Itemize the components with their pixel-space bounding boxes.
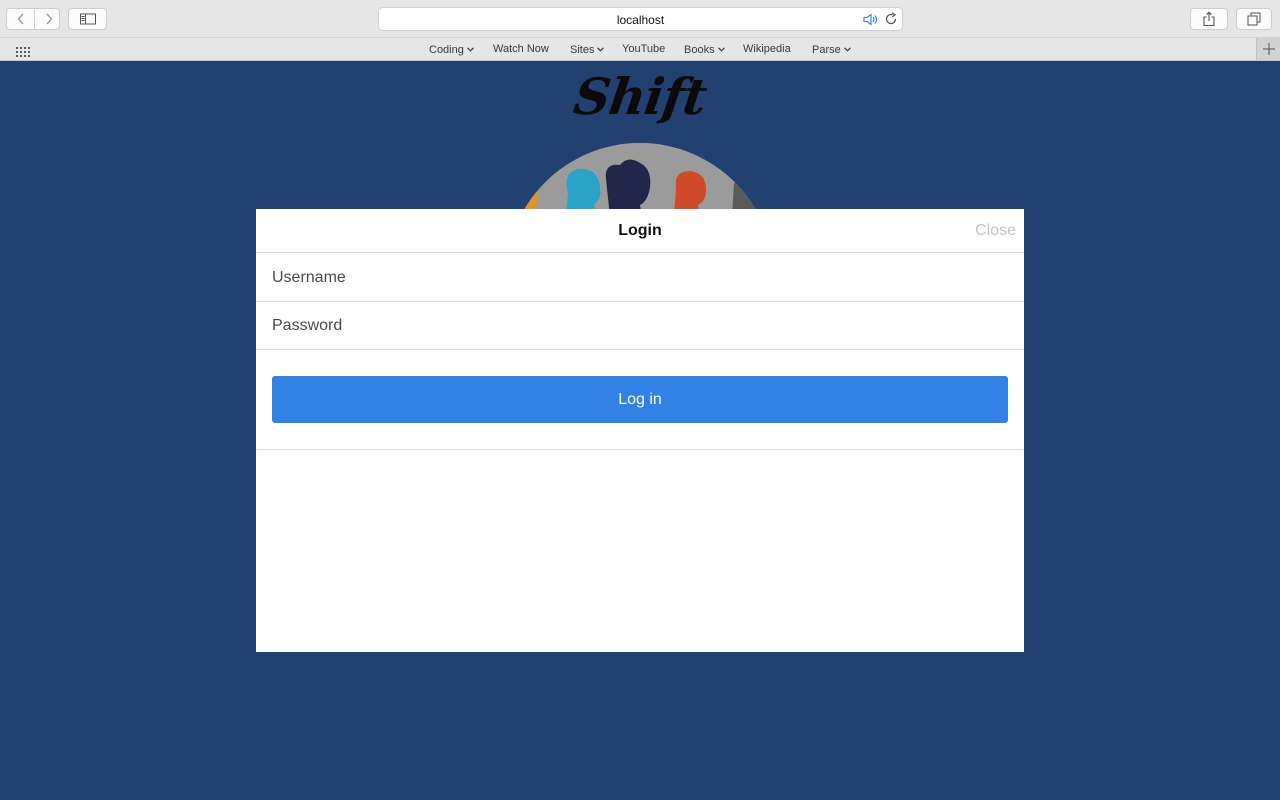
bookmark-label: Wikipedia — [743, 43, 791, 55]
login-button[interactable]: Log in — [272, 376, 1008, 423]
username-row — [256, 254, 1024, 302]
new-tab-button[interactable] — [1256, 38, 1280, 60]
password-row — [256, 302, 1024, 350]
bookmark-books[interactable]: Books — [684, 43, 725, 56]
sidebar-icon — [79, 13, 96, 25]
chevron-down-icon — [843, 43, 851, 55]
divider — [256, 449, 1024, 450]
browser-toolbar: localhost — [0, 0, 1280, 37]
modal-header: Login Close — [256, 209, 1024, 253]
username-input[interactable] — [272, 254, 1008, 301]
bookmark-parse[interactable]: Parse — [812, 43, 851, 56]
plus-icon — [1263, 43, 1275, 55]
password-input[interactable] — [272, 302, 1008, 349]
modal-title: Login — [618, 222, 662, 239]
speaker-icon[interactable] — [863, 13, 879, 31]
bookmark-label: Parse — [812, 44, 841, 56]
chevron-down-icon — [717, 43, 725, 55]
share-button[interactable] — [1190, 8, 1228, 30]
bookmark-coding[interactable]: Coding — [429, 43, 474, 56]
reload-icon[interactable] — [884, 12, 898, 31]
bookmark-label: Watch Now — [493, 43, 549, 55]
bookmark-sites[interactable]: Sites — [570, 43, 605, 56]
chevron-down-icon — [597, 43, 605, 55]
bookmark-label: YouTube — [622, 43, 666, 55]
bookmarks-bar: Coding Watch Now Sites YouTube Books Wik… — [0, 37, 1280, 61]
sidebar-button[interactable] — [68, 8, 107, 30]
bookmark-watch-now[interactable]: Watch Now — [493, 43, 549, 55]
share-icon — [1203, 11, 1215, 27]
chevron-left-icon — [17, 13, 24, 25]
url-text: localhost — [616, 13, 665, 27]
forward-button[interactable] — [35, 9, 59, 29]
chevron-down-icon — [466, 43, 474, 55]
bookmark-wikipedia[interactable]: Wikipedia — [743, 43, 791, 55]
bookmark-label: Books — [684, 44, 715, 56]
close-button[interactable]: Close — [975, 222, 1016, 240]
bookmark-label: Coding — [429, 44, 464, 56]
bookmark-youtube[interactable]: YouTube — [622, 43, 665, 55]
navigation-buttons — [6, 8, 60, 30]
bookmark-label: Sites — [570, 44, 595, 56]
chevron-right-icon — [45, 13, 52, 25]
login-modal: Login Close Log in — [256, 209, 1024, 652]
tabs-overview-icon — [1247, 12, 1261, 26]
tabs-button[interactable] — [1236, 8, 1272, 30]
shift-logo: Shift — [570, 67, 710, 126]
back-button[interactable] — [7, 9, 34, 29]
address-bar[interactable]: localhost — [378, 7, 903, 31]
grid-icon[interactable] — [16, 44, 30, 62]
